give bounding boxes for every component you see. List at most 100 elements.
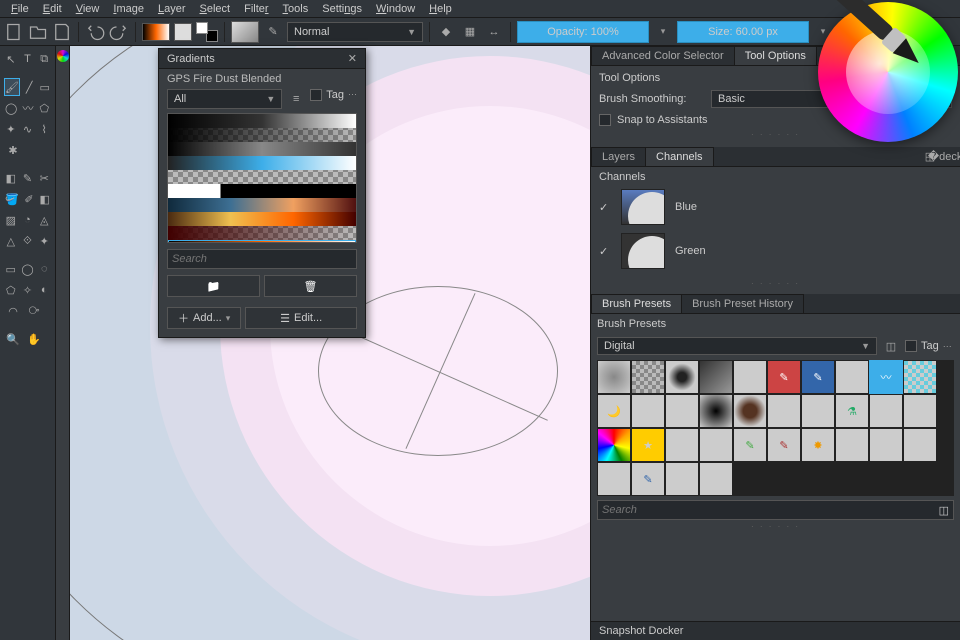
menu-edit[interactable]: Edit [36,3,69,15]
save-file-icon[interactable] [52,22,72,42]
brush-search[interactable]: ◫ [597,500,954,520]
brush-editor-icon[interactable]: ✎ [263,22,283,42]
brush-view-icon[interactable]: ◫ [881,336,901,356]
brush-preset[interactable]: 〰 [665,462,699,496]
brush-preset[interactable]: ⛮ [869,394,903,428]
undo-icon[interactable] [85,22,105,42]
brush-preset[interactable]: ● [665,428,699,462]
line-tool[interactable]: ╱ [23,78,36,96]
brush-preset[interactable]: ✎ [801,360,835,394]
brush-preset[interactable]: ≋ [903,428,937,462]
brush-search-input[interactable] [602,504,939,516]
rect-tool[interactable]: ▭ [38,78,51,96]
calligraphy-tool[interactable]: ✎ [21,169,35,187]
menu-help[interactable]: Help [422,3,459,15]
brush-preset[interactable]: ∿ [835,360,869,394]
panel-resize-handle[interactable]: · · · · · · [599,277,952,290]
redo-icon[interactable] [109,22,129,42]
alpha-lock-icon[interactable]: ▦ [460,22,480,42]
gradient-tag-checkbox[interactable] [310,89,322,101]
opacity-dropdown-icon[interactable]: ▾ [653,22,673,42]
brush-tag-checkbox[interactable] [905,340,917,352]
ellipse-tool[interactable]: ◯ [4,99,18,117]
gradient-item[interactable] [168,226,356,240]
zoom-tool[interactable]: 🔍 [4,330,22,348]
edit-shapes-tool[interactable]: ◧ [4,169,18,187]
gradient-item[interactable] [168,142,356,156]
menu-settings[interactable]: Settings [315,3,369,15]
crop2-tool[interactable]: ✂ [37,169,51,187]
menu-filter[interactable]: Filter [237,3,275,15]
brush-preset[interactable] [733,394,767,428]
gradient-item[interactable] [168,184,356,198]
brush-preset[interactable]: ▲ [699,428,733,462]
brush-preset[interactable]: ✎ [733,360,767,394]
ellipse-select-tool[interactable]: ◯ [20,260,34,278]
size-slider[interactable]: Size: 60.00 px [677,21,809,43]
gradient-filter-select[interactable]: All▼ [167,89,282,109]
brush-preview-swatch[interactable] [231,21,259,43]
blend-mode-select[interactable]: Normal▼ [287,22,423,42]
brush-preset[interactable]: ★ [631,428,665,462]
brush-preset[interactable]: ◯ [835,428,869,462]
brush-preset-selected[interactable]: 〰 [869,360,903,394]
gradient-list[interactable] [167,113,357,243]
brush-preset[interactable]: ⚗ [835,394,869,428]
assist-tool[interactable]: ◬ [37,211,51,229]
menu-view[interactable]: View [69,3,107,15]
gradient-item[interactable] [168,114,356,128]
gradient-add-button[interactable]: ＋Add...▾ [167,307,241,329]
brush-filter-select[interactable]: Digital▼ [597,337,877,355]
tab-adv-color[interactable]: Advanced Color Selector [591,46,735,65]
menu-window[interactable]: Window [369,3,422,15]
gradient-item[interactable] [168,128,356,142]
brush-preset[interactable] [699,394,733,428]
gradient-item[interactable] [168,156,356,170]
menu-layer[interactable]: Layer [151,3,193,15]
gradient-search-input[interactable] [172,253,352,265]
brush-preset[interactable]: ✎ [631,462,665,496]
brush-preset[interactable]: ✸ [801,428,835,462]
tab-layers[interactable]: Layers [591,147,646,166]
brush-preset[interactable]: ઇ [699,462,733,496]
new-file-icon[interactable] [4,22,24,42]
multibrush-tool[interactable]: ✱ [4,141,22,159]
brush-preset[interactable] [903,360,937,394]
fill-tool[interactable]: 🪣 [4,190,20,208]
gradient-delete-button[interactable] [264,275,357,297]
bezier-tool[interactable]: ✦ [4,120,18,138]
brush-preset[interactable]: ✎ [665,394,699,428]
brush-preset[interactable] [597,360,631,394]
gradient-item[interactable] [168,170,356,184]
gradient-swatch[interactable] [142,23,170,41]
gradient-search[interactable] [167,249,357,269]
brush-preset[interactable]: 🌙 [597,394,631,428]
gradient-tool[interactable]: ◧ [38,190,51,208]
eraser-toggle-icon[interactable]: ◆ [436,22,456,42]
rect-select-tool[interactable]: ▭ [4,260,17,278]
move-tool[interactable]: ↖ [4,50,18,68]
polygon-tool[interactable]: ⬠ [38,99,51,117]
gradient-item[interactable] [168,212,356,226]
picker-tool[interactable]: ✐ [23,190,36,208]
reference-tool[interactable]: ⟐ [21,232,35,250]
menu-file[interactable]: File [4,3,36,15]
panel-resize-handle[interactable]: · · · · · · [597,520,954,533]
tab-tool-options[interactable]: Tool Options [734,46,817,65]
crop-tool[interactable]: ⧉ [37,50,51,68]
brush-preset[interactable]: ✎ [767,428,801,462]
gradient-item[interactable] [168,198,356,212]
brush-preset[interactable]: ✎ [631,394,665,428]
brush-preset[interactable]: ☁ [903,394,937,428]
bezier-select-tool[interactable]: ◠ [4,302,22,320]
gradients-tab-label[interactable]: Gradients [167,53,215,65]
outline-select-tool[interactable]: ◌ [38,260,51,278]
mirror-icon[interactable]: ↔ [484,22,504,42]
brush-preset[interactable]: ✎ [767,394,801,428]
storage-icon[interactable]: ◫ [939,504,949,517]
channel-visible-check[interactable]: ✓ [599,245,611,258]
tab-brush-history[interactable]: Brush Preset History [681,294,804,313]
brush-preset[interactable] [597,428,631,462]
gradient-item-selected[interactable] [168,240,356,243]
tab-brush-presets[interactable]: Brush Presets [591,294,682,313]
